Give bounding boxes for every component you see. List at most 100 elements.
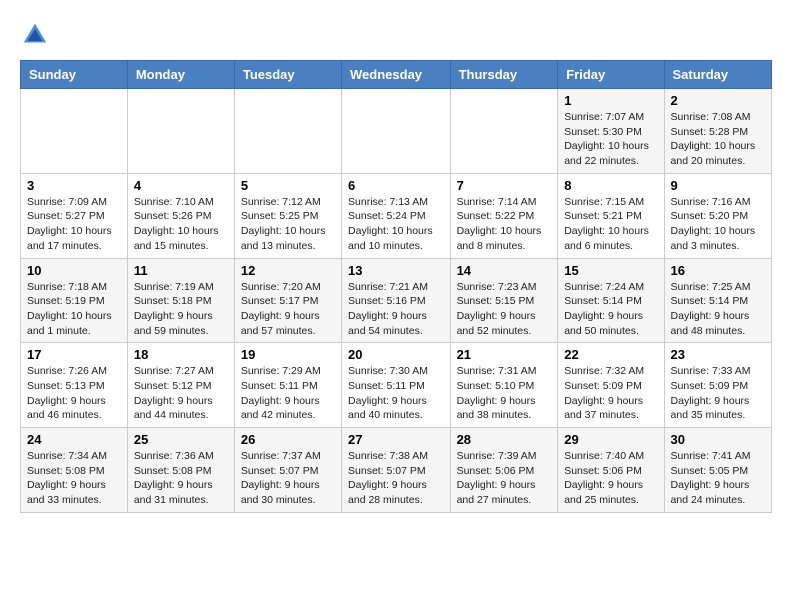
calendar-cell: 7Sunrise: 7:14 AM Sunset: 5:22 PM Daylig… xyxy=(450,173,558,258)
day-number: 27 xyxy=(348,432,444,447)
day-number: 7 xyxy=(457,178,552,193)
day-number: 15 xyxy=(564,263,657,278)
day-number: 28 xyxy=(457,432,552,447)
calendar-cell: 23 Sunrise: 7:33 AM Sunset: 5:09 PM Dayli… xyxy=(664,343,771,428)
day-info: Sunrise: 7:10 AM Sunset: 5:26 PM Dayligh… xyxy=(134,195,228,254)
calendar-header: SundayMondayTuesdayWednesdayThursdayFrid… xyxy=(21,61,772,89)
day-info: Sunrise: 7:32 AM Sunset: 5:09 PM Dayligh… xyxy=(564,364,657,423)
weekday-header-saturday: Saturday xyxy=(664,61,771,89)
day-number: 20 xyxy=(348,347,444,362)
day-number: 6 xyxy=(348,178,444,193)
calendar-cell: 8Sunrise: 7:15 AM Sunset: 5:21 PM Daylig… xyxy=(558,173,664,258)
day-number: 14 xyxy=(457,263,552,278)
day-number: 2 xyxy=(671,93,765,108)
calendar-cell xyxy=(127,89,234,174)
calendar-cell: 6Sunrise: 7:13 AM Sunset: 5:24 PM Daylig… xyxy=(342,173,451,258)
calendar-cell: 4 Sunrise: 7:10 AM Sunset: 5:26 PM Daylig… xyxy=(127,173,234,258)
day-number: 24 xyxy=(27,432,121,447)
calendar-cell: 25 Sunrise: 7:36 AM Sunset: 5:08 PM Dayli… xyxy=(127,428,234,513)
calendar-cell: 11 Sunrise: 7:19 AM Sunset: 5:18 PM Dayli… xyxy=(127,258,234,343)
calendar-cell: 5 Sunrise: 7:12 AM Sunset: 5:25 PM Daylig… xyxy=(234,173,341,258)
day-number: 25 xyxy=(134,432,228,447)
day-info: Sunrise: 7:36 AM Sunset: 5:08 PM Dayligh… xyxy=(134,449,228,508)
day-info: Sunrise: 7:21 AM Sunset: 5:16 PM Dayligh… xyxy=(348,280,444,339)
day-info: Sunrise: 7:30 AM Sunset: 5:11 PM Dayligh… xyxy=(348,364,444,423)
day-number: 16 xyxy=(671,263,765,278)
day-number: 26 xyxy=(241,432,335,447)
calendar-cell: 3 Sunrise: 7:09 AM Sunset: 5:27 PM Daylig… xyxy=(21,173,128,258)
day-number: 5 xyxy=(241,178,335,193)
calendar-cell: 21Sunrise: 7:31 AM Sunset: 5:10 PM Dayli… xyxy=(450,343,558,428)
calendar-cell: 30 Sunrise: 7:41 AM Sunset: 5:05 PM Dayli… xyxy=(664,428,771,513)
day-number: 21 xyxy=(457,347,552,362)
calendar-cell: 20 Sunrise: 7:30 AM Sunset: 5:11 PM Dayli… xyxy=(342,343,451,428)
day-number: 8 xyxy=(564,178,657,193)
day-info: Sunrise: 7:40 AM Sunset: 5:06 PM Dayligh… xyxy=(564,449,657,508)
calendar-cell: 9 Sunrise: 7:16 AM Sunset: 5:20 PM Daylig… xyxy=(664,173,771,258)
day-info: Sunrise: 7:08 AM Sunset: 5:28 PM Dayligh… xyxy=(671,110,765,169)
day-number: 13 xyxy=(348,263,444,278)
calendar-cell: 22Sunrise: 7:32 AM Sunset: 5:09 PM Dayli… xyxy=(558,343,664,428)
day-info: Sunrise: 7:19 AM Sunset: 5:18 PM Dayligh… xyxy=(134,280,228,339)
calendar-cell: 29 Sunrise: 7:40 AM Sunset: 5:06 PM Dayli… xyxy=(558,428,664,513)
calendar-cell: 28 Sunrise: 7:39 AM Sunset: 5:06 PM Dayli… xyxy=(450,428,558,513)
logo xyxy=(20,20,54,50)
weekday-header-tuesday: Tuesday xyxy=(234,61,341,89)
calendar-cell xyxy=(21,89,128,174)
logo-icon xyxy=(20,20,50,50)
calendar-cell: 14 Sunrise: 7:23 AM Sunset: 5:15 PM Dayli… xyxy=(450,258,558,343)
calendar-cell: 17 Sunrise: 7:26 AM Sunset: 5:13 PM Dayli… xyxy=(21,343,128,428)
day-info: Sunrise: 7:12 AM Sunset: 5:25 PM Dayligh… xyxy=(241,195,335,254)
day-number: 19 xyxy=(241,347,335,362)
day-info: Sunrise: 7:16 AM Sunset: 5:20 PM Dayligh… xyxy=(671,195,765,254)
day-info: Sunrise: 7:34 AM Sunset: 5:08 PM Dayligh… xyxy=(27,449,121,508)
day-info: Sunrise: 7:09 AM Sunset: 5:27 PM Dayligh… xyxy=(27,195,121,254)
day-info: Sunrise: 7:29 AM Sunset: 5:11 PM Dayligh… xyxy=(241,364,335,423)
day-info: Sunrise: 7:23 AM Sunset: 5:15 PM Dayligh… xyxy=(457,280,552,339)
calendar-cell xyxy=(342,89,451,174)
page-header xyxy=(20,20,772,50)
calendar-cell: 19 Sunrise: 7:29 AM Sunset: 5:11 PM Dayli… xyxy=(234,343,341,428)
day-info: Sunrise: 7:27 AM Sunset: 5:12 PM Dayligh… xyxy=(134,364,228,423)
day-number: 1 xyxy=(564,93,657,108)
day-number: 17 xyxy=(27,347,121,362)
calendar-cell: 27 Sunrise: 7:38 AM Sunset: 5:07 PM Dayli… xyxy=(342,428,451,513)
day-number: 10 xyxy=(27,263,121,278)
day-number: 4 xyxy=(134,178,228,193)
calendar-cell xyxy=(234,89,341,174)
day-number: 11 xyxy=(134,263,228,278)
day-info: Sunrise: 7:39 AM Sunset: 5:06 PM Dayligh… xyxy=(457,449,552,508)
calendar-cell: 18 Sunrise: 7:27 AM Sunset: 5:12 PM Dayli… xyxy=(127,343,234,428)
day-info: Sunrise: 7:25 AM Sunset: 5:14 PM Dayligh… xyxy=(671,280,765,339)
day-number: 29 xyxy=(564,432,657,447)
day-info: Sunrise: 7:18 AM Sunset: 5:19 PM Dayligh… xyxy=(27,280,121,339)
weekday-header-wednesday: Wednesday xyxy=(342,61,451,89)
calendar-cell: 26 Sunrise: 7:37 AM Sunset: 5:07 PM Dayli… xyxy=(234,428,341,513)
calendar-cell xyxy=(450,89,558,174)
day-info: Sunrise: 7:41 AM Sunset: 5:05 PM Dayligh… xyxy=(671,449,765,508)
day-info: Sunrise: 7:07 AM Sunset: 5:30 PM Dayligh… xyxy=(564,110,657,169)
day-number: 23 xyxy=(671,347,765,362)
weekday-header-sunday: Sunday xyxy=(21,61,128,89)
weekday-header-thursday: Thursday xyxy=(450,61,558,89)
calendar-cell: 1 Sunrise: 7:07 AM Sunset: 5:30 PM Daylig… xyxy=(558,89,664,174)
calendar-cell: 12 Sunrise: 7:20 AM Sunset: 5:17 PM Dayli… xyxy=(234,258,341,343)
calendar-cell: 13 Sunrise: 7:21 AM Sunset: 5:16 PM Dayli… xyxy=(342,258,451,343)
day-info: Sunrise: 7:26 AM Sunset: 5:13 PM Dayligh… xyxy=(27,364,121,423)
day-info: Sunrise: 7:38 AM Sunset: 5:07 PM Dayligh… xyxy=(348,449,444,508)
day-info: Sunrise: 7:37 AM Sunset: 5:07 PM Dayligh… xyxy=(241,449,335,508)
day-number: 12 xyxy=(241,263,335,278)
weekday-header-friday: Friday xyxy=(558,61,664,89)
calendar-cell: 16 Sunrise: 7:25 AM Sunset: 5:14 PM Dayli… xyxy=(664,258,771,343)
day-info: Sunrise: 7:20 AM Sunset: 5:17 PM Dayligh… xyxy=(241,280,335,339)
day-number: 18 xyxy=(134,347,228,362)
day-number: 3 xyxy=(27,178,121,193)
calendar-cell: 10 Sunrise: 7:18 AM Sunset: 5:19 PM Dayli… xyxy=(21,258,128,343)
day-info: Sunrise: 7:24 AM Sunset: 5:14 PM Dayligh… xyxy=(564,280,657,339)
day-number: 9 xyxy=(671,178,765,193)
day-info: Sunrise: 7:33 AM Sunset: 5:09 PM Dayligh… xyxy=(671,364,765,423)
weekday-header-monday: Monday xyxy=(127,61,234,89)
calendar-cell: 15 Sunrise: 7:24 AM Sunset: 5:14 PM Dayli… xyxy=(558,258,664,343)
day-number: 30 xyxy=(671,432,765,447)
calendar-cell: 24 Sunrise: 7:34 AM Sunset: 5:08 PM Dayli… xyxy=(21,428,128,513)
